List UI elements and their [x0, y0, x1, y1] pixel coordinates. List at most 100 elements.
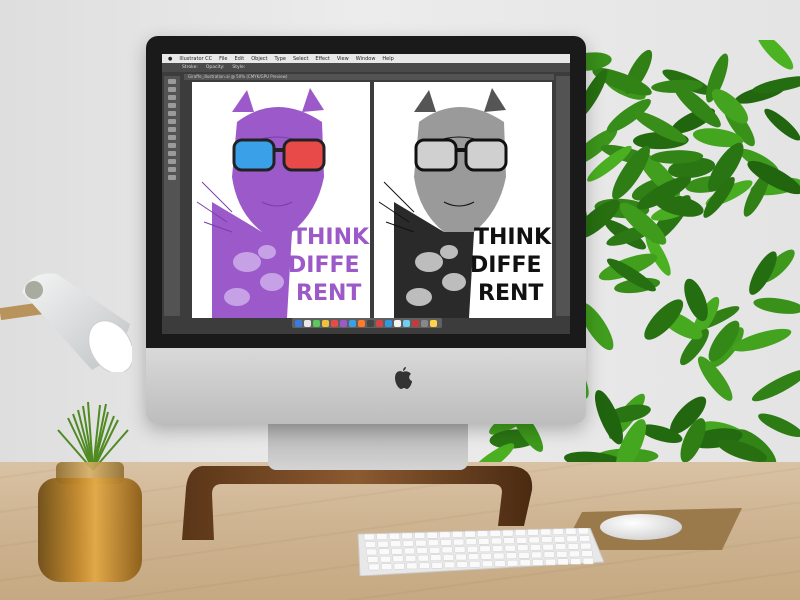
keyboard-key — [418, 562, 430, 569]
keyboard-key — [479, 545, 491, 553]
headline-line-2: DIFFE — [288, 253, 360, 278]
menu-item[interactable]: Illustrator CC — [179, 56, 212, 62]
giraffe-illustration-color: THINK DIFFE RENT — [196, 88, 370, 318]
style-option[interactable]: Style: — [232, 65, 245, 70]
keyboard-key — [393, 563, 405, 570]
dock-app-icon[interactable] — [313, 319, 320, 327]
dock-app-icon[interactable] — [322, 319, 329, 327]
dock-app-icon[interactable] — [385, 319, 392, 327]
keyboard-key — [507, 559, 519, 567]
keyboard-key — [429, 547, 441, 554]
brush-tool-icon[interactable] — [168, 127, 176, 132]
pencil-tool-icon[interactable] — [168, 135, 176, 140]
menu-item[interactable]: File — [219, 56, 227, 62]
dock-app-icon[interactable] — [421, 319, 428, 327]
keyboard-key — [468, 553, 480, 560]
keyboard-key — [504, 544, 516, 552]
artboard-bw[interactable]: THINK DIFFE RENT — [374, 82, 552, 318]
zoom-tool-icon[interactable] — [168, 175, 176, 180]
keyboard-key — [377, 540, 389, 548]
keyboard-key — [490, 537, 502, 545]
pen-tool-icon[interactable] — [168, 95, 176, 100]
hand-tool-icon[interactable] — [168, 167, 176, 172]
keyboard-key — [406, 562, 418, 570]
dock-app-icon[interactable] — [367, 319, 374, 327]
selection-tool-icon[interactable] — [168, 79, 176, 84]
dock-app-icon[interactable] — [358, 319, 365, 327]
menu-item[interactable]: Help — [382, 56, 393, 62]
keyboard-key — [376, 533, 388, 540]
dock-app-icon[interactable] — [331, 319, 338, 327]
keyboard-key — [580, 542, 592, 550]
stroke-option[interactable]: Stroke: — [182, 65, 198, 70]
keyboard-key — [378, 548, 390, 555]
menu-item[interactable]: Type — [275, 56, 286, 62]
monitor-chin — [146, 348, 586, 424]
dock-app-icon[interactable] — [376, 319, 383, 327]
keyboard-key — [426, 532, 438, 539]
keyboard-key — [527, 529, 539, 536]
opacity-option[interactable]: Opacity: — [206, 65, 225, 70]
menu-item[interactable]: Edit — [235, 56, 245, 62]
menu-item[interactable]: Select — [293, 56, 308, 62]
keyboard-key — [582, 557, 594, 565]
keyboard-key — [543, 551, 555, 558]
dock-app-icon[interactable] — [412, 319, 419, 327]
keyboard-key — [469, 560, 481, 568]
keyboard-key — [464, 530, 476, 538]
keyboard-key — [503, 537, 515, 544]
apple-logo-icon — [395, 367, 412, 389]
keyboard-key — [405, 555, 417, 562]
keyboard-key — [532, 559, 544, 566]
options-bar: Stroke: Opacity: Style: — [162, 63, 570, 72]
keyboard-key — [557, 558, 569, 565]
keyboard-key — [502, 529, 514, 537]
direct-select-tool-icon[interactable] — [168, 87, 176, 92]
menu-item[interactable]: Object — [251, 56, 267, 62]
keyboard-key — [427, 539, 439, 546]
keyboard-key — [451, 531, 463, 538]
menu-item[interactable]: Window — [356, 56, 376, 62]
keyboard-key — [465, 538, 477, 545]
rotate-tool-icon[interactable] — [168, 143, 176, 148]
artboard-color[interactable]: THINK DIFFE RENT — [192, 82, 370, 318]
keyboard-key — [581, 550, 593, 557]
desk-lamp — [22, 273, 132, 372]
keyboard-key — [478, 538, 490, 545]
keyboard-key — [403, 547, 415, 555]
keyboard-key — [519, 559, 531, 567]
keyboard-key — [415, 539, 427, 547]
dock-app-icon[interactable] — [304, 319, 311, 327]
keyboard-key — [430, 554, 442, 561]
keyboard-key — [489, 530, 501, 537]
keyboard-key — [529, 544, 541, 551]
menu-item[interactable]: Effect — [315, 56, 329, 62]
headline-line-1: THINK — [292, 225, 370, 250]
line-tool-icon[interactable] — [168, 111, 176, 116]
dock-app-icon[interactable] — [295, 319, 302, 327]
dock-app-icon[interactable] — [394, 319, 401, 327]
keyboard-key — [416, 547, 428, 554]
scale-tool-icon[interactable] — [168, 151, 176, 156]
keyboard-key — [442, 554, 454, 561]
rectangle-tool-icon[interactable] — [168, 119, 176, 124]
keyboard-key — [466, 545, 478, 553]
menu-item[interactable]: View — [337, 56, 349, 62]
panels-dock[interactable] — [556, 76, 570, 316]
type-tool-icon[interactable] — [168, 103, 176, 108]
dock-app-icon[interactable] — [340, 319, 347, 327]
dock-app-icon[interactable] — [349, 319, 356, 327]
document-tab[interactable]: Giraffe_illustration.ai @ 50% (CMYK/GPU … — [184, 74, 554, 80]
dock-app-icon[interactable] — [403, 319, 410, 327]
keyboard-key — [505, 552, 517, 559]
apple-menu-icon[interactable]: ● — [168, 56, 172, 62]
headline-line-2-bw: DIFFE — [470, 253, 542, 278]
keyboard-key — [454, 546, 466, 553]
eyedropper-tool-icon[interactable] — [168, 159, 176, 164]
keyboard-key — [565, 528, 577, 535]
tools-panel — [164, 76, 180, 316]
keyboard-key — [368, 563, 380, 571]
monitor-neck — [268, 420, 468, 470]
keyboard-key — [414, 532, 426, 539]
dock-app-icon[interactable] — [430, 319, 437, 327]
